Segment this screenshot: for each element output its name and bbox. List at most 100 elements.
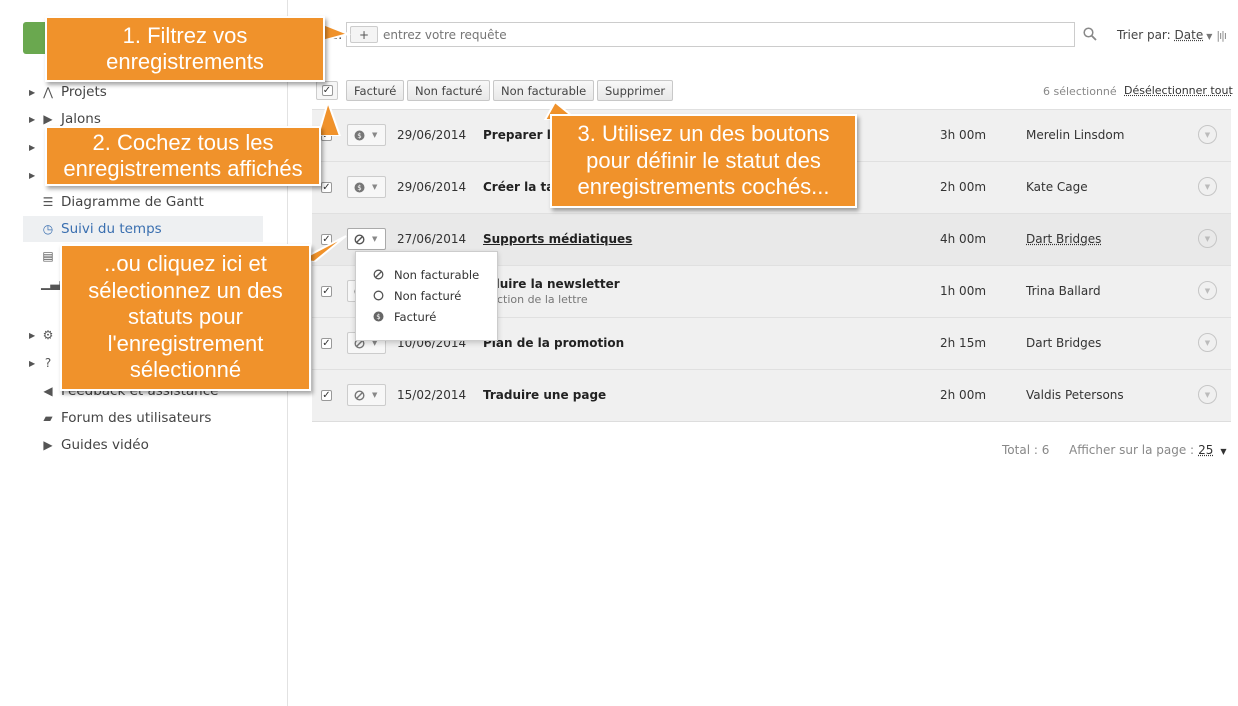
row-task-name[interactable]: Plan de la promotion: [483, 336, 624, 350]
select-all-checkbox[interactable]: ✓: [316, 81, 338, 100]
expand-arrow-icon[interactable]: ▶: [29, 331, 35, 340]
not-billable-icon: [373, 269, 384, 280]
billed-status-icon: $: [354, 130, 365, 140]
row-checkbox[interactable]: ✓: [321, 390, 332, 401]
row-actions-icon[interactable]: ▼: [1198, 385, 1217, 404]
billed-button[interactable]: Facturé: [346, 80, 405, 101]
svg-text:$: $: [357, 184, 361, 192]
sidebar-item-label: Suivi du temps: [61, 221, 162, 237]
search-icon[interactable]: [1083, 27, 1097, 41]
clock-icon: ◷: [42, 222, 54, 236]
per-page-label: Afficher sur la page :: [1069, 443, 1195, 457]
table-row[interactable]: ✓ ▼ 15/02/2014 Traduire une page 2h 00m …: [312, 369, 1231, 421]
projects-icon: ⋀: [43, 85, 53, 99]
row-actions-icon[interactable]: ▼: [1198, 333, 1217, 352]
menu-item-not-billed[interactable]: Non facturé: [356, 285, 497, 306]
row-task-description: duction de la lettre: [483, 293, 588, 306]
chevron-down-icon: ▼: [372, 183, 378, 191]
sidebar-item-gantt[interactable]: ☰ Diagramme de Gantt: [23, 189, 263, 215]
expand-arrow-icon[interactable]: ▶: [29, 115, 35, 124]
chevron-down-icon[interactable]: ▼: [1206, 32, 1212, 41]
row-user[interactable]: Dart Bridges: [1026, 232, 1101, 246]
chevron-down-icon: ▼: [372, 131, 378, 139]
milestones-icon: ▶: [43, 112, 53, 126]
speech-bubble-icon: ▰: [43, 411, 53, 425]
not-billed-button[interactable]: Non facturé: [407, 80, 491, 101]
row-task-name[interactable]: aduire la newsletter: [483, 277, 620, 291]
callout-use-buttons: 3. Utilisez un des boutons pour définir …: [550, 114, 857, 208]
callout-text: 1. Filtrez vos enregistrements: [106, 22, 264, 75]
sidebar-item-label: Projets: [61, 84, 107, 100]
status-dropdown-button[interactable]: $ ▼: [347, 176, 386, 198]
expand-arrow-icon[interactable]: ▶: [29, 143, 35, 152]
row-duration: 2h 00m: [940, 180, 987, 194]
row-checkbox[interactable]: ✓: [321, 182, 332, 193]
expand-arrow-icon[interactable]: ▶: [29, 171, 35, 180]
row-user: Trina Ballard: [1026, 284, 1101, 298]
question-icon: ?: [44, 356, 52, 370]
row-duration: 1h 00m: [940, 284, 987, 298]
sort-value[interactable]: Date: [1175, 28, 1204, 42]
expand-arrow-icon[interactable]: ▶: [29, 359, 35, 368]
play-icon: ▶: [43, 438, 53, 452]
sort-label: Trier par:: [1117, 28, 1171, 42]
row-user: Kate Cage: [1026, 180, 1088, 194]
status-dropdown-button[interactable]: $ ▼: [347, 124, 386, 146]
sidebar-item-video-guides[interactable]: ▶ Guides vidéo: [23, 432, 263, 458]
not-billable-status-icon: [354, 389, 365, 401]
row-actions-icon[interactable]: ▼: [1198, 177, 1217, 196]
row-user: Valdis Petersons: [1026, 388, 1124, 402]
row-actions-icon[interactable]: ▼: [1198, 229, 1217, 248]
callout-check-all: 2. Cochez tous les enregistrements affic…: [45, 126, 321, 186]
callout-text: 3. Utilisez un des boutons pour définir …: [577, 121, 830, 200]
add-filter-button[interactable]: +: [350, 26, 378, 43]
filter-input[interactable]: [383, 27, 983, 42]
callout-filter: 1. Filtrez vos enregistrements: [45, 16, 325, 82]
svg-text:$: $: [376, 313, 380, 321]
total-count: Total : 6: [1002, 443, 1050, 457]
sidebar-item-label: Jalons: [61, 111, 101, 127]
gantt-icon: ☰: [42, 195, 54, 209]
sidebar-item-projects[interactable]: ▶ ⋀ Projets: [23, 79, 263, 105]
callout-text: ..ou cliquez ici et sélectionnez un des …: [88, 251, 283, 383]
row-checkbox[interactable]: ✓: [321, 338, 332, 349]
menu-item-billed[interactable]: $ Facturé: [356, 306, 497, 327]
expand-arrow-icon[interactable]: ▶: [29, 88, 35, 97]
row-date: 15/02/2014: [397, 388, 467, 402]
sidebar-item-forum[interactable]: ▰ Forum des utilisateurs: [23, 405, 263, 431]
not-billed-icon: [373, 290, 384, 301]
selected-count: 6 sélectionné: [1043, 85, 1117, 98]
menu-item-label: Facturé: [394, 309, 437, 324]
filter-search-box[interactable]: +: [346, 22, 1075, 47]
per-page-value[interactable]: 25: [1198, 443, 1213, 457]
row-date: 29/06/2014: [397, 180, 467, 194]
row-user: Merelin Linsdom: [1026, 128, 1125, 142]
billed-status-icon: $: [354, 182, 365, 192]
sort-order-icon[interactable]: |ı|ı: [1216, 29, 1226, 42]
sidebar-item-time-tracking[interactable]: ◷ Suivi du temps: [23, 216, 263, 242]
status-dropdown-button[interactable]: ▼: [347, 384, 386, 406]
sidebar-item-label: Forum des utilisateurs: [61, 410, 212, 426]
row-checkbox[interactable]: ✓: [321, 286, 332, 297]
row-task-name[interactable]: Créer la tal: [483, 180, 558, 194]
deselect-all-link[interactable]: Désélectionner tout: [1124, 84, 1233, 97]
checkbox-checked[interactable]: ✓: [321, 85, 333, 96]
row-actions-icon[interactable]: ▼: [1198, 281, 1217, 300]
sort-control[interactable]: Trier par: Date ▼ |ı|ı: [1117, 28, 1227, 42]
chevron-down-icon[interactable]: ▼: [1220, 447, 1226, 456]
row-date: 27/06/2014: [397, 232, 467, 246]
row-task-name[interactable]: Preparer le: [483, 128, 559, 142]
svg-text:$: $: [357, 132, 361, 140]
delete-button[interactable]: Supprimer: [597, 80, 674, 101]
status-dropdown-button[interactable]: ▼: [347, 228, 386, 250]
row-actions-icon[interactable]: ▼: [1198, 125, 1217, 144]
row-duration: 2h 15m: [940, 336, 987, 350]
row-task-name[interactable]: Traduire une page: [483, 388, 606, 402]
row-task-name[interactable]: Supports médiatiques: [483, 232, 632, 246]
not-billable-button[interactable]: Non facturable: [493, 80, 595, 101]
row-duration: 4h 00m: [940, 232, 987, 246]
sidebar-item-label: Diagramme de Gantt: [61, 194, 204, 210]
per-page-control[interactable]: Afficher sur la page :25 ▼: [1069, 443, 1227, 457]
table-bottom-border: [312, 421, 1231, 422]
menu-item-not-billable[interactable]: Non facturable: [356, 264, 497, 285]
